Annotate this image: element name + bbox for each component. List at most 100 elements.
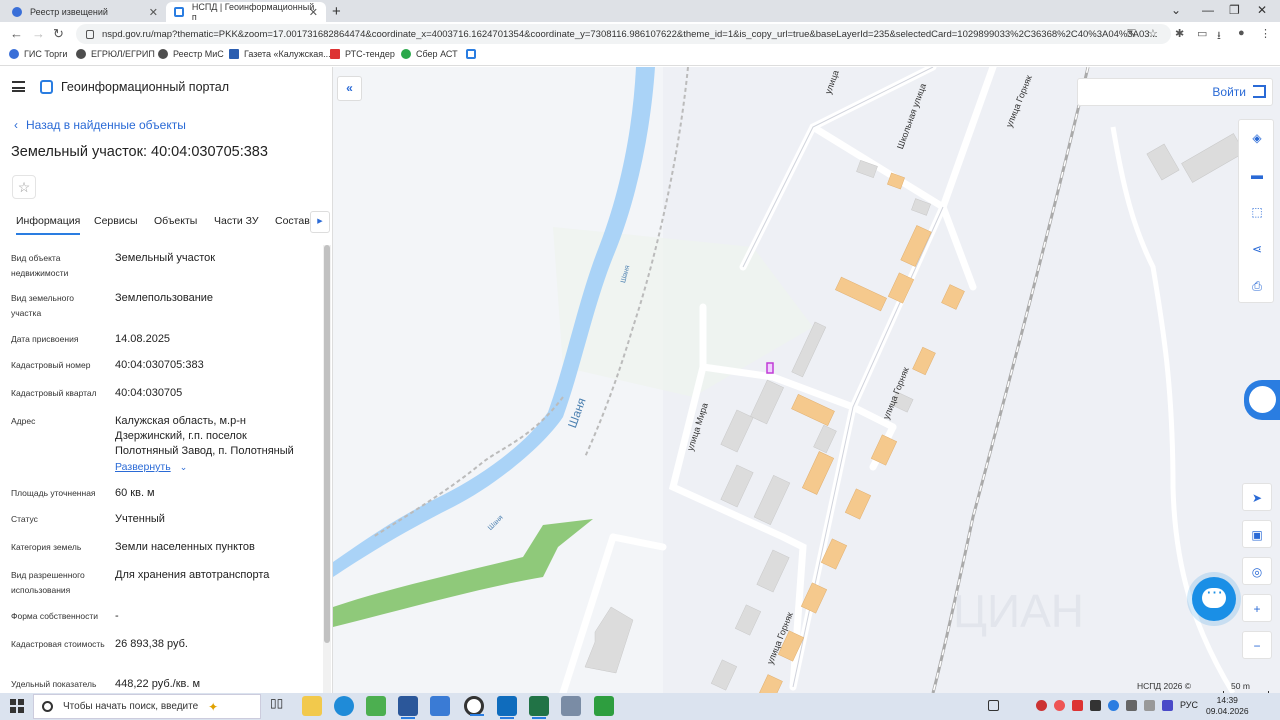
prop-label: Адрес [11, 416, 36, 426]
scrollbar-thumb[interactable] [324, 245, 330, 643]
expand-address-link[interactable]: Развернуть ⌄ [115, 460, 315, 475]
map-view[interactable]: ЦИАН Шаня Шаня Шаня улица Мира улица Гор… [333, 67, 1280, 693]
forward-arrow-icon[interactable]: → [32, 26, 45, 41]
bookmark-label: Реестр МиС [173, 49, 224, 59]
expand-label: Развернуть [115, 461, 171, 473]
word-icon[interactable] [398, 696, 418, 719]
close-icon[interactable]: ✕ [149, 6, 158, 19]
tab-title: Реестр извещений [30, 7, 108, 17]
ruler-icon[interactable]: ▬ [1247, 165, 1267, 185]
zoom-in-icon[interactable]: + [1242, 594, 1272, 622]
tab-composition[interactable]: Состав [275, 215, 310, 227]
collapse-panel-icon[interactable]: « [337, 76, 362, 101]
browser-tab-registry[interactable]: Реестр извещений ✕ [4, 2, 166, 22]
outlook-icon[interactable] [497, 696, 517, 719]
bookmark-label: ЕГРЮЛ/ЕГРИП [91, 49, 155, 59]
more-menu-icon[interactable]: ⋮ [1260, 27, 1271, 40]
close-icon[interactable]: ✕ [309, 6, 318, 19]
restore-icon[interactable]: ❐ [1229, 3, 1240, 17]
windows-taskbar: Чтобы начать поиск, введите ✦ ▯▯ РУС 14:… [0, 693, 1280, 720]
chrome-browser-icon[interactable] [464, 696, 484, 716]
tab-parts[interactable]: Части ЗУ [214, 215, 259, 227]
clock[interactable]: 14:39 09.04.2026 [1206, 695, 1249, 717]
prop-label: Кадастровый номер [11, 360, 91, 370]
browser-tab-nspd[interactable]: НСПД | Геоинформационный п ✕ [166, 2, 326, 22]
chevron-down-icon[interactable]: ⌄ [1171, 3, 1181, 17]
tray-app-icon[interactable] [1054, 700, 1065, 711]
tray-app-icon[interactable] [1036, 700, 1047, 711]
edge-browser-icon[interactable] [334, 696, 354, 716]
prop-value: 40:04:030705 [115, 387, 183, 399]
keyboard-icon[interactable] [988, 700, 999, 711]
home-app-icon[interactable] [594, 696, 614, 716]
bookmark-reestr-mis[interactable]: Реестр МиС [158, 49, 224, 59]
tab-objects[interactable]: Объекты [154, 215, 197, 227]
info-panel: Геоинформационный портал ‹ Назад в найден… [0, 67, 333, 693]
extensions-icon[interactable]: ✱ [1175, 27, 1184, 40]
search-placeholder: Чтобы начать поиск, введите [63, 701, 199, 712]
tab-services[interactable]: Сервисы [94, 215, 138, 227]
prop-value: Учтенный [115, 513, 165, 525]
prop-label: Площадь уточненная [11, 488, 96, 498]
prop-label: Кадастровая стоимость [11, 639, 105, 649]
bookmark-sber-ast[interactable]: Сбер АСТ [401, 49, 458, 59]
calculator-icon[interactable] [561, 696, 581, 716]
tray-app-icon[interactable] [1144, 700, 1155, 711]
taskbar-search[interactable]: Чтобы начать поиск, введите ✦ [33, 694, 261, 719]
bookmark-rts-tender[interactable]: РТС-тендер [330, 49, 395, 59]
search-icon [42, 701, 53, 712]
layers-icon[interactable]: ◈ [1247, 128, 1267, 148]
profile-avatar-icon[interactable]: ● [1238, 27, 1245, 39]
minimap-icon[interactable]: ▣ [1242, 520, 1272, 548]
bookmark-gis-torgi[interactable]: ГИС Торги [9, 49, 67, 59]
prop-value: Калужская область, м.р-н Дзержинский, г.… [115, 415, 294, 457]
minimize-icon[interactable]: — [1202, 3, 1214, 17]
watermark: ЦИАН [953, 585, 1084, 637]
bookmark-egrul[interactable]: ЕГРЮЛ/ЕГРИП [76, 49, 155, 59]
tray-app-icon[interactable] [1072, 700, 1083, 711]
zoom-out-icon[interactable]: − [1242, 631, 1272, 659]
tray-app-icon[interactable] [1090, 700, 1101, 711]
address-bar[interactable]: nspd.gov.ru/map?thematic=PKK&zoom=17.001… [76, 24, 1171, 44]
prop-label: Вид разрешенного использования [11, 570, 85, 595]
file-explorer-icon[interactable] [302, 696, 322, 716]
sidebar-icon[interactable]: ▭ [1197, 27, 1207, 40]
excel-icon[interactable] [529, 696, 549, 719]
favorite-star-icon[interactable]: ☆ [12, 175, 36, 199]
print-icon[interactable]: ⎙ [1247, 276, 1267, 296]
reload-icon[interactable]: ↻ [53, 26, 64, 42]
tray-app-icon[interactable] [1126, 700, 1137, 711]
task-view-icon[interactable]: ▯▯ [270, 696, 290, 716]
login-button[interactable]: Войти [1077, 78, 1273, 106]
hamburger-menu-icon[interactable] [12, 81, 25, 92]
gis-torgi-icon [9, 49, 19, 59]
bookmark-gazeta[interactable]: Газета «Калужская... [229, 49, 331, 59]
egrul-icon [76, 49, 86, 59]
window-close-icon[interactable]: ✕ [1257, 3, 1267, 17]
locate-icon[interactable]: ➤ [1242, 483, 1272, 511]
tabs-scroll-right-icon[interactable]: ▶ [310, 211, 330, 233]
share-map-icon[interactable]: ⋖ [1247, 239, 1267, 259]
feedback-tab[interactable] [1244, 380, 1280, 420]
panel-tabs: Информация Сервисы Объекты Части ЗУ Сост… [0, 210, 332, 236]
share-icon[interactable]: ⇱ [1127, 27, 1136, 40]
tab-information[interactable]: Информация [16, 215, 81, 235]
back-to-results-link[interactable]: ‹ Назад в найденные объекты [14, 118, 186, 132]
browser-tab-bar: Реестр извещений ✕ НСПД | Геоинформацион… [0, 0, 1280, 22]
back-arrow-icon[interactable]: ← [10, 26, 23, 41]
download-icon[interactable]: ⭳ [1217, 27, 1221, 46]
select-area-icon[interactable]: ⬚ [1247, 202, 1267, 222]
bookmark-star-icon[interactable]: ☆ [1148, 27, 1158, 40]
search-location-icon[interactable]: ◎ [1242, 557, 1272, 585]
language-indicator[interactable]: РУС [1180, 700, 1198, 710]
windows-start-icon[interactable] [10, 699, 24, 713]
store-icon[interactable] [366, 696, 386, 716]
mail-icon[interactable] [430, 696, 450, 716]
new-tab-icon[interactable]: + [332, 3, 341, 20]
panel-scrollbar[interactable] [323, 245, 331, 693]
selected-parcel [766, 362, 774, 374]
bookmark-nspd[interactable] [466, 49, 481, 59]
yandex-icon[interactable] [1162, 700, 1173, 711]
tray-app-icon[interactable] [1108, 700, 1119, 711]
chat-button[interactable] [1192, 577, 1236, 621]
